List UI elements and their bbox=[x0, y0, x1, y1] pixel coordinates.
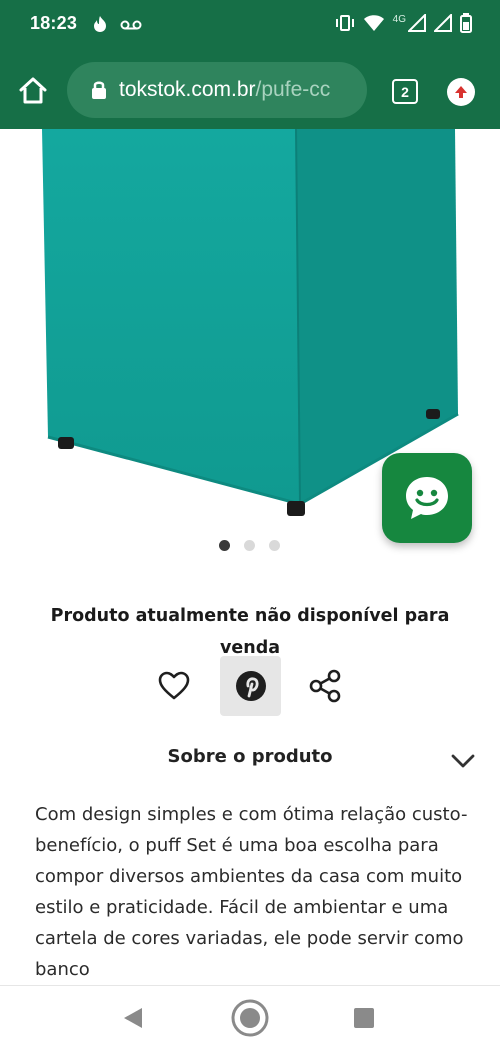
system-nav-bar bbox=[0, 985, 500, 1051]
browser-toolbar: tokstok.com.br/pufe-cc 2 bbox=[0, 52, 500, 129]
carousel-dot-2[interactable] bbox=[244, 540, 255, 551]
vibrate-icon bbox=[335, 14, 355, 36]
recents-square-icon[interactable] bbox=[354, 1008, 374, 1028]
back-button[interactable] bbox=[120, 1006, 144, 1034]
battery-icon bbox=[460, 13, 472, 37]
update-button[interactable] bbox=[447, 78, 475, 106]
product-description: Com design simples e com ótima relação c… bbox=[35, 804, 468, 980]
signal-icon bbox=[406, 12, 426, 36]
browser-home-button[interactable] bbox=[16, 74, 50, 108]
home-circle-icon bbox=[231, 999, 269, 1037]
tab-switcher-button[interactable]: 2 bbox=[392, 79, 418, 104]
product-actions bbox=[0, 656, 500, 716]
lock-icon bbox=[91, 80, 107, 100]
about-title: Sobre o produto bbox=[167, 746, 333, 767]
heart-icon bbox=[158, 671, 190, 700]
share-icon bbox=[309, 669, 341, 703]
carousel-dots bbox=[219, 540, 280, 551]
url-text: tokstok.com.br/pufe-cc bbox=[119, 78, 330, 102]
pinterest-icon bbox=[235, 671, 266, 701]
url-domain: tokstok.com.br bbox=[119, 78, 256, 101]
status-time: 18:23 bbox=[30, 13, 78, 33]
pinterest-button[interactable] bbox=[220, 656, 281, 716]
chevron-down-icon[interactable] bbox=[450, 750, 476, 772]
back-triangle-icon bbox=[124, 1008, 142, 1028]
chat-smiley-icon bbox=[406, 477, 448, 519]
url-path: /pufe-cc bbox=[255, 78, 331, 101]
system-icons: 4G bbox=[335, 12, 472, 37]
favorite-button[interactable] bbox=[154, 666, 194, 706]
home-button[interactable] bbox=[230, 998, 270, 1042]
share-button[interactable] bbox=[305, 666, 345, 706]
flame-icon bbox=[90, 14, 110, 38]
update-arrow-icon bbox=[455, 86, 467, 98]
carousel-dot-1[interactable] bbox=[219, 540, 230, 551]
notification-icons bbox=[90, 14, 142, 38]
status-bar: 18:23 4G bbox=[0, 0, 500, 52]
about-section-header[interactable]: Sobre o produto bbox=[0, 738, 500, 782]
unavailable-message: Produto atualmente não disponível para v… bbox=[50, 606, 450, 658]
home-icon bbox=[19, 77, 47, 104]
voicemail-icon bbox=[120, 17, 142, 36]
address-bar[interactable]: tokstok.com.br/pufe-cc bbox=[67, 62, 367, 118]
network-type: 4G bbox=[392, 13, 406, 25]
carousel-dot-3[interactable] bbox=[269, 540, 280, 551]
signal-icon-2 bbox=[432, 12, 452, 36]
wifi-icon bbox=[363, 14, 385, 36]
chat-button[interactable] bbox=[382, 453, 472, 543]
